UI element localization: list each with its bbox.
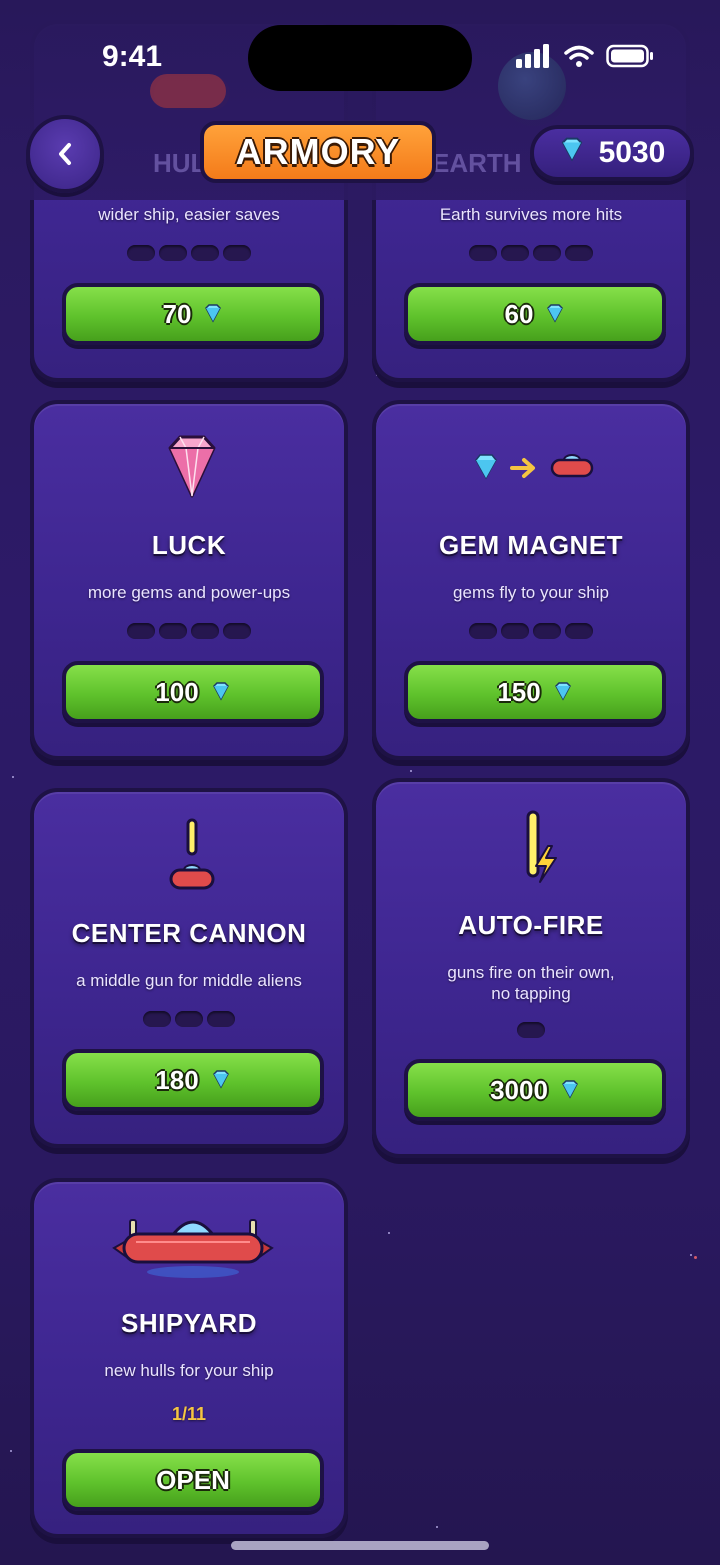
card-description: guns fire on their own, no tapping [447, 963, 615, 1003]
upgrade-level-pips [34, 623, 344, 639]
shipyard-card: SHIPYARD new hulls for your ship 1/11 OP… [30, 1178, 348, 1538]
signal-icon [516, 44, 549, 68]
pink-gem-icon [164, 434, 220, 505]
open-button[interactable]: OPEN [62, 1449, 324, 1511]
status-time: 9:41 [102, 40, 163, 73]
buy-button[interactable]: 3000 [404, 1059, 666, 1121]
upgrade-level-pips [376, 623, 686, 639]
upgrade-level-pips [34, 245, 344, 261]
lightning-cannon-icon [518, 810, 562, 891]
card-description: a middle gun for middle aliens [76, 971, 302, 990]
price-label: 60 [504, 298, 534, 329]
diamond-gem-icon [560, 1075, 580, 1106]
open-label: OPEN [156, 1464, 230, 1495]
price-label: 150 [497, 676, 541, 707]
buy-button[interactable]: 70 [62, 283, 324, 345]
upgrade-level-pips [376, 245, 686, 261]
card-title: GEM MAGNET [438, 530, 624, 560]
card-title: CENTER CANNON [71, 918, 307, 948]
diamond-gem-icon [203, 299, 223, 330]
card-title: SHIPYARD [121, 1308, 257, 1338]
card-description: gems fly to your ship [453, 583, 609, 602]
ship-icon [150, 74, 226, 108]
shipyard-progress: 1/11 [171, 1404, 207, 1424]
page-title: ARMORY [200, 121, 436, 183]
gem-count: 5030 [598, 136, 666, 169]
faded-hull-label: HUL [153, 148, 207, 178]
diamond-gem-icon [545, 299, 565, 330]
faded-earth-label: EARTH [432, 148, 522, 178]
diamond-gem-icon [553, 677, 573, 708]
chevron-left-icon [59, 143, 71, 165]
auto-fire-upgrade-card: AUTO-FIRE guns fire on their own, no tap… [372, 778, 690, 1158]
battery-icon [606, 44, 653, 68]
cannon-ship-icon [168, 818, 216, 899]
buy-button[interactable]: 150 [404, 661, 666, 723]
gem-magnet-upgrade-card: GEM MAGNET gems fly to your ship 150 [372, 400, 690, 760]
ufo-ship-icon [108, 1210, 278, 1287]
gem-arrow-ship-icon [472, 450, 596, 491]
buy-button[interactable]: 60 [404, 283, 666, 345]
diamond-gem-icon [211, 677, 231, 708]
luck-upgrade-card: LUCK more gems and power-ups 100 [30, 400, 348, 760]
dynamic-island [248, 25, 472, 91]
upgrade-level-pips [34, 1011, 344, 1027]
center-cannon-upgrade-card: CENTER CANNON a middle gun for middle al… [30, 788, 348, 1148]
card-description: more gems and power-ups [87, 583, 291, 602]
diamond-gem-icon [211, 1065, 231, 1096]
card-description: new hulls for your ship [104, 1361, 274, 1380]
gem-balance: 5030 [530, 125, 694, 181]
buy-button[interactable]: 180 [62, 1049, 324, 1111]
card-description: Earth survives more hits [439, 205, 623, 224]
price-label: 180 [155, 1064, 199, 1095]
card-title: AUTO-FIRE [458, 910, 604, 940]
upgrade-level-pips [376, 1022, 686, 1038]
price-label: 100 [155, 676, 199, 707]
buy-button[interactable]: 100 [62, 661, 324, 723]
price-label: 3000 [490, 1074, 548, 1105]
status-icons [516, 44, 654, 68]
card-title: LUCK [151, 530, 227, 560]
card-description: wider ship, easier saves [98, 205, 280, 224]
diamond-gem-icon [559, 136, 585, 170]
home-indicator[interactable] [231, 1541, 489, 1550]
wifi-icon [564, 45, 594, 67]
back-button[interactable] [26, 115, 104, 193]
price-label: 70 [162, 298, 192, 329]
